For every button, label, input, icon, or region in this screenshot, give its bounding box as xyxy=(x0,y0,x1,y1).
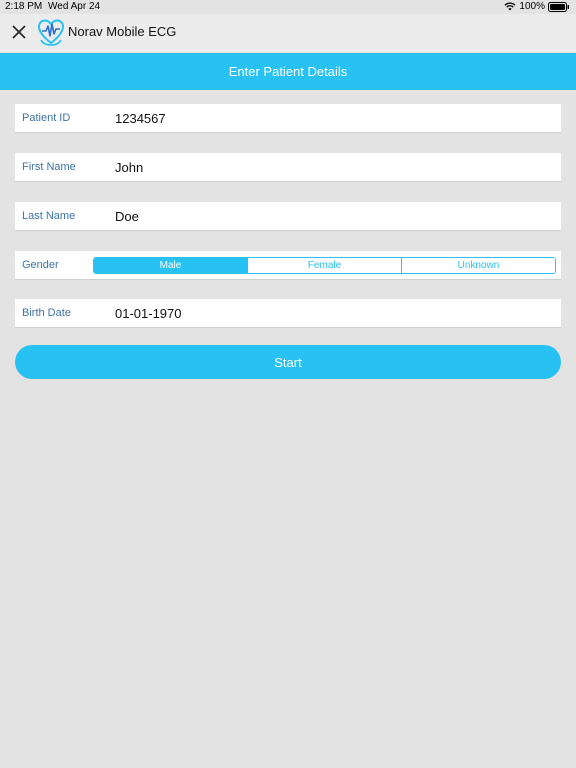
status-date: Wed Apr 24 xyxy=(48,1,101,12)
birth-date-label: Birth Date xyxy=(22,307,71,319)
gender-option-female[interactable]: Female xyxy=(247,258,401,273)
last-name-label: Last Name xyxy=(22,210,76,222)
gender-option-male[interactable]: Male xyxy=(94,258,247,273)
status-time: 2:18 PM xyxy=(5,1,43,12)
patient-id-field[interactable] xyxy=(115,108,545,128)
section-header: Enter Patient Details xyxy=(0,53,576,90)
close-icon xyxy=(12,25,26,39)
section-title: Enter Patient Details xyxy=(228,64,348,79)
gender-segmented-control: Male Female Unknown xyxy=(93,257,556,274)
wifi-icon xyxy=(504,2,516,11)
heart-ecg-logo-icon xyxy=(37,18,65,46)
first-name-row: First Name xyxy=(15,153,561,182)
birth-date-field[interactable] xyxy=(115,303,545,323)
first-name-label: First Name xyxy=(22,161,76,173)
last-name-field[interactable] xyxy=(115,206,545,226)
gender-row: Gender Male Female Unknown xyxy=(15,251,561,280)
start-button[interactable]: Start xyxy=(15,345,561,379)
app-bar: Norav Mobile ECG xyxy=(0,14,576,52)
status-bar: 2:18 PM Wed Apr 24 100% xyxy=(0,0,576,14)
close-button[interactable] xyxy=(9,22,29,42)
birth-date-row: Birth Date xyxy=(15,299,561,328)
patient-id-row: Patient ID xyxy=(15,104,561,133)
battery-icon xyxy=(548,1,570,12)
gender-option-unknown[interactable]: Unknown xyxy=(401,258,555,273)
battery-percentage: 100% xyxy=(519,1,545,12)
patient-id-label: Patient ID xyxy=(22,112,71,124)
app-title: Norav Mobile ECG xyxy=(68,24,177,39)
gender-label: Gender xyxy=(22,259,59,271)
status-indicators: 100% xyxy=(504,1,570,12)
first-name-field[interactable] xyxy=(115,157,545,177)
last-name-row: Last Name xyxy=(15,202,561,231)
